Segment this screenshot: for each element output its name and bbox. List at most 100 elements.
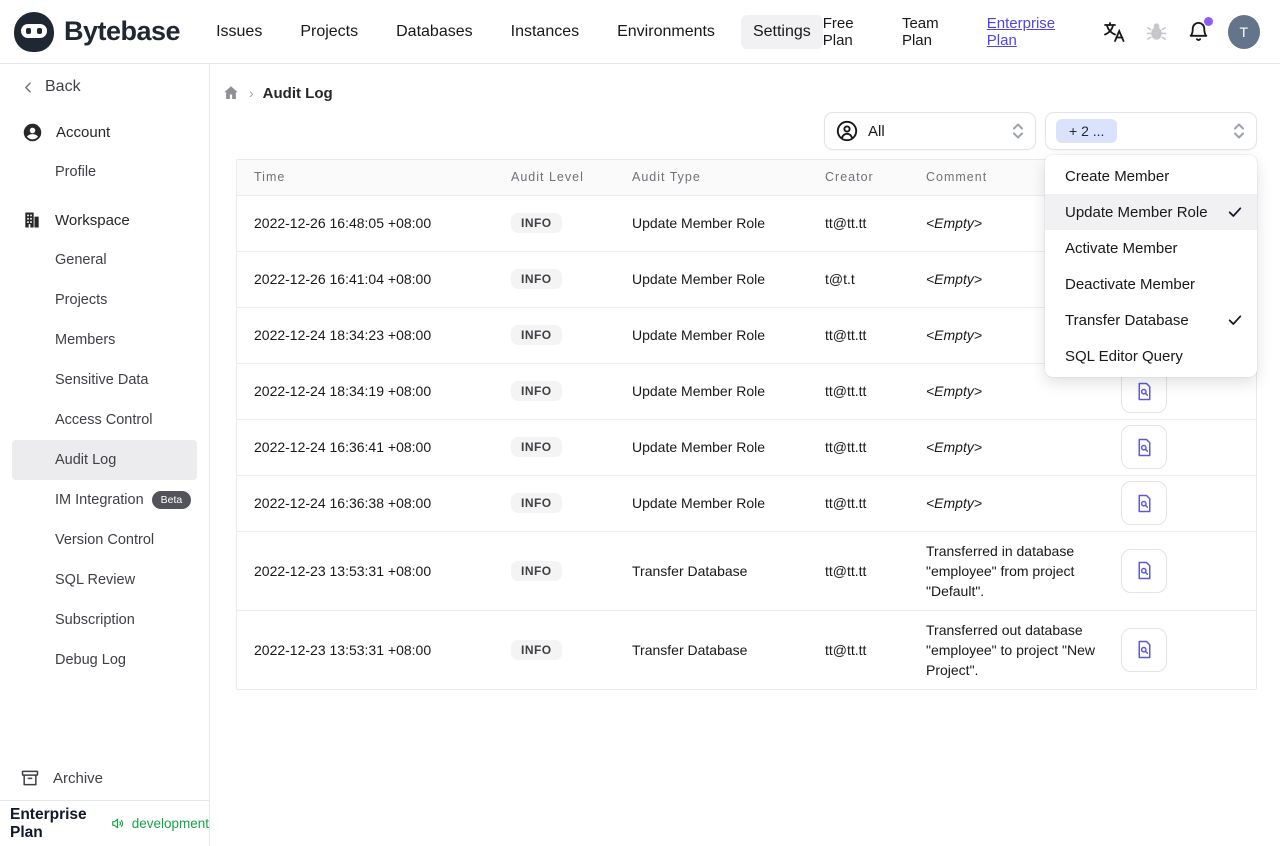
section-title: Account — [56, 123, 111, 141]
cell-comment: <Empty> — [926, 475, 1107, 532]
chevron-up-down-icon — [1013, 123, 1023, 139]
cell-comment: Transferred out database "employee" to p… — [926, 621, 1095, 678]
nav-settings[interactable]: Settings — [740, 14, 823, 49]
free-plan-link[interactable]: Free Plan — [823, 15, 885, 49]
section-account: Account — [0, 112, 209, 152]
cell-creator: tt@tt.tt — [825, 475, 926, 532]
sidebar-item-label: SQL Review — [55, 572, 136, 588]
cell-time: 2022-12-26 16:48:05 +08:00 — [237, 195, 511, 252]
table-row: 2022-12-23 13:53:31 +08:00 INFO Transfer… — [237, 531, 1256, 611]
speaker-icon — [112, 818, 124, 829]
sidebar-item-label: Profile — [55, 164, 97, 180]
cell-time: 2022-12-26 16:41:04 +08:00 — [237, 251, 511, 308]
bytebase-logo-icon — [14, 11, 54, 52]
col-audit-level: Audit Level — [511, 160, 632, 196]
nav-issues[interactable]: Issues — [204, 15, 274, 49]
enterprise-plan-link[interactable]: Enterprise Plan — [987, 15, 1085, 49]
menu-item-deactivate-member[interactable]: Deactivate Member — [1045, 266, 1257, 302]
cell-audit-type: Update Member Role — [632, 419, 825, 476]
nav-databases[interactable]: Databases — [384, 15, 485, 49]
workspace-icon — [25, 212, 39, 228]
nav-instances[interactable]: Instances — [499, 15, 591, 49]
sidebar-item-sql-review[interactable]: SQL Review — [0, 560, 199, 600]
creator-filter-select[interactable]: All — [824, 112, 1036, 150]
creator-filter-value: All — [868, 122, 885, 140]
menu-item-update-member-role[interactable]: Update Member Role — [1045, 194, 1257, 230]
nav-environments[interactable]: Environments — [605, 15, 727, 49]
sidebar-item-projects[interactable]: Projects — [0, 280, 199, 320]
cell-time: 2022-12-24 16:36:38 +08:00 — [237, 475, 511, 532]
menu-item-transfer-database[interactable]: Transfer Database — [1045, 302, 1257, 338]
team-plan-link[interactable]: Team Plan — [902, 15, 970, 49]
sidebar-item-label: Sensitive Data — [55, 372, 149, 388]
col-audit-type: Audit Type — [632, 160, 825, 196]
sidebar-item-audit-log[interactable]: Audit Log — [12, 440, 197, 480]
menu-item-sql-editor-query[interactable]: SQL Editor Query — [1045, 338, 1257, 374]
cell-time: 2022-12-24 18:34:23 +08:00 — [237, 307, 511, 364]
back-button[interactable]: Back — [0, 64, 209, 106]
nav-projects[interactable]: Projects — [288, 15, 370, 49]
bytebase-logo[interactable]: Bytebase — [14, 11, 181, 52]
breadcrumb: › Audit Log — [210, 64, 1280, 108]
user-avatar[interactable]: T — [1227, 14, 1261, 49]
table-row: 2022-12-23 13:53:31 +08:00 INFO Transfer… — [237, 610, 1256, 689]
chevron-up-down-icon — [1234, 123, 1244, 139]
bug-report-icon[interactable] — [1144, 19, 1169, 45]
view-detail-button[interactable] — [1121, 481, 1167, 525]
audit-type-filter-select[interactable]: + 2 ... — [1045, 112, 1257, 150]
menu-item-label: Activate Member — [1065, 239, 1178, 257]
sidebar-item-im-integration[interactable]: IM Integration Beta — [0, 480, 199, 520]
menu-item-label: SQL Editor Query — [1065, 347, 1183, 365]
sidebar-item-access-control[interactable]: Access Control — [0, 400, 199, 440]
filter-row: All + 2 ... — [210, 112, 1257, 150]
sidebar-item-version-control[interactable]: Version Control — [0, 520, 199, 560]
level-badge: INFO — [511, 639, 562, 660]
sidebar-item-members[interactable]: Members — [0, 320, 199, 360]
cell-comment: Transferred in database "employee" from … — [926, 542, 1075, 599]
view-detail-button[interactable] — [1121, 548, 1167, 593]
view-detail-button[interactable] — [1121, 627, 1167, 672]
translate-icon[interactable] — [1102, 19, 1127, 45]
cell-audit-type: Update Member Role — [632, 195, 825, 252]
menu-item-label: Deactivate Member — [1065, 275, 1196, 293]
selected-types-badge: + 2 ... — [1056, 119, 1118, 143]
table-row: 2022-12-24 16:36:41 +08:00 INFO Update M… — [237, 419, 1256, 476]
notification-bell-icon[interactable] — [1186, 16, 1213, 45]
level-badge: INFO — [511, 560, 562, 581]
cell-time: 2022-12-24 18:34:19 +08:00 — [237, 363, 511, 420]
sidebar-item-debug-log[interactable]: Debug Log — [0, 640, 199, 680]
archive-button[interactable]: Archive — [0, 756, 209, 800]
cell-audit-type: Transfer Database — [632, 531, 825, 611]
environment-label: development — [131, 816, 209, 831]
menu-item-activate-member[interactable]: Activate Member — [1045, 230, 1257, 266]
cell-creator: tt@tt.tt — [825, 195, 926, 252]
check-icon — [1228, 207, 1242, 217]
level-badge: INFO — [511, 493, 562, 513]
sidebar-item-label: Projects — [55, 292, 108, 308]
sidebar-item-label: Members — [55, 332, 116, 348]
home-icon[interactable] — [222, 84, 240, 102]
cell-audit-type: Update Member Role — [632, 363, 825, 420]
breadcrumb-current: Audit Log — [262, 84, 333, 102]
menu-item-label: Transfer Database — [1065, 311, 1189, 329]
sidebar-item-general[interactable]: General — [0, 240, 199, 280]
cell-creator: tt@tt.tt — [825, 531, 926, 611]
sidebar-item-sensitive-data[interactable]: Sensitive Data — [0, 360, 199, 400]
cell-comment: <Empty> — [926, 419, 1107, 476]
sidebar-item-subscription[interactable]: Subscription — [0, 600, 199, 640]
cell-audit-type: Update Member Role — [632, 251, 825, 308]
menu-item-label: Update Member Role — [1065, 203, 1208, 221]
menu-item-create-member[interactable]: Create Member — [1045, 158, 1257, 194]
beta-badge: Beta — [151, 491, 192, 509]
cell-creator: t@t.t — [825, 251, 926, 308]
current-plan-label: Enterprise Plan — [10, 805, 87, 841]
view-detail-button[interactable] — [1121, 425, 1167, 469]
chevron-left-icon — [25, 81, 31, 93]
brand-name: Bytebase — [64, 16, 181, 46]
account-icon — [23, 123, 42, 141]
col-time: Time — [237, 160, 511, 196]
cell-time: 2022-12-24 16:36:41 +08:00 — [237, 419, 511, 476]
sidebar-item-label: Audit Log — [55, 452, 117, 468]
sidebar-item-profile[interactable]: Profile — [0, 152, 199, 192]
sidebar-item-label: Debug Log — [55, 652, 126, 668]
